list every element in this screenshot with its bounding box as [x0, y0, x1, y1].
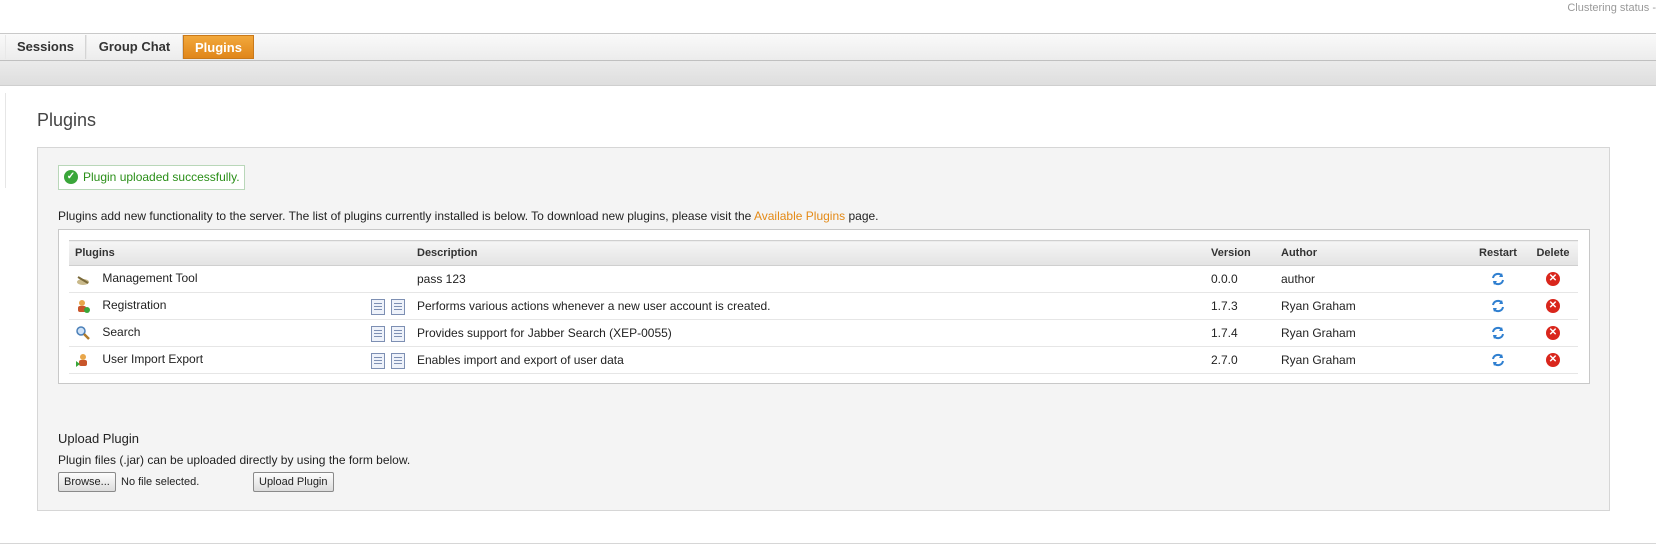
upload-plugin-button[interactable]: Upload Plugin [253, 472, 334, 492]
col-header-delete: Delete [1528, 240, 1578, 266]
restart-icon[interactable] [1490, 298, 1506, 314]
plugin-version: 1.7.4 [1205, 319, 1275, 347]
plugin-name-cell: Registration [69, 292, 411, 320]
plugin-name: Search [102, 325, 141, 340]
user-add-icon [78, 300, 90, 313]
plugin-description: Enables import and export of user data [411, 346, 1205, 374]
upload-plugin-heading: Upload Plugin [58, 431, 139, 446]
success-text: Plugin uploaded successfully. [83, 170, 240, 184]
plugin-description: Provides support for Jabber Search (XEP-… [411, 319, 1205, 347]
browse-button[interactable]: Browse... [58, 472, 116, 492]
restart-icon[interactable] [1490, 271, 1506, 287]
tab-sessions[interactable]: Sessions [5, 35, 86, 59]
col-header-author: Author [1275, 240, 1468, 266]
file-status: No file selected. [121, 476, 200, 488]
clustering-status: Clustering status - [1567, 2, 1656, 14]
table-header-row: Plugins Description Version Author Resta… [69, 240, 1578, 266]
sub-navigation-bar [0, 61, 1656, 86]
table-row: User Import Export Enables import and ex… [69, 346, 1578, 374]
page-title: Plugins [37, 110, 97, 130]
available-plugins-link[interactable]: Available Plugins [754, 209, 845, 223]
delete-icon[interactable]: ✕ [1546, 353, 1560, 368]
intro-suffix: page. [845, 209, 879, 223]
check-circle-icon: ✓ [64, 170, 78, 184]
delete-cell: ✕ [1528, 346, 1578, 374]
plugin-version: 1.7.3 [1205, 292, 1275, 320]
plugin-description: Performs various actions whenever a new … [411, 292, 1205, 320]
main-tab-bar: Sessions Group Chat Plugins [0, 33, 1656, 61]
readme-icon[interactable] [371, 299, 385, 315]
plugin-name: User Import Export [102, 352, 204, 367]
restart-icon[interactable] [1490, 325, 1506, 341]
plugins-table: Plugins Description Version Author Resta… [69, 240, 1578, 374]
magnifier-icon [76, 326, 90, 340]
readme-icon[interactable] [371, 353, 385, 369]
restart-icon[interactable] [1490, 352, 1506, 368]
plugin-author: Ryan Graham [1275, 319, 1468, 347]
changelog-icon[interactable] [391, 353, 405, 369]
delete-icon[interactable]: ✕ [1546, 272, 1560, 287]
restart-cell [1468, 319, 1528, 347]
sidebar-edge [0, 93, 6, 188]
plugin-name-cell: Search [69, 319, 411, 347]
restart-cell [1468, 292, 1528, 320]
user-import-icon [76, 354, 87, 367]
plugin-author: author [1275, 265, 1468, 293]
success-message: ✓ Plugin uploaded successfully. [58, 165, 245, 190]
table-row: Management Tool pass 123 0.0.0 author ✕ [69, 265, 1578, 293]
upload-plugin-description: Plugin files (.jar) can be uploaded dire… [58, 453, 411, 467]
intro-prefix: Plugins add new functionality to the ser… [58, 209, 754, 223]
delete-cell: ✕ [1528, 265, 1578, 293]
plugin-name-cell: Management Tool [69, 265, 411, 293]
intro-text: Plugins add new functionality to the ser… [58, 209, 879, 223]
changelog-icon[interactable] [391, 326, 405, 342]
plugin-author: Ryan Graham [1275, 292, 1468, 320]
col-header-restart: Restart [1468, 240, 1528, 266]
restart-cell [1468, 265, 1528, 293]
delete-cell: ✕ [1528, 319, 1578, 347]
delete-cell: ✕ [1528, 292, 1578, 320]
col-header-version: Version [1205, 240, 1275, 266]
delete-icon[interactable]: ✕ [1546, 299, 1560, 314]
tab-plugins[interactable]: Plugins [183, 35, 254, 59]
plugin-name-cell: User Import Export [69, 346, 411, 374]
table-row: Registration Performs various actions wh… [69, 292, 1578, 320]
plugin-version: 0.0.0 [1205, 265, 1275, 293]
col-header-description: Description [411, 240, 1205, 266]
changelog-icon[interactable] [391, 299, 405, 315]
plugin-version: 2.7.0 [1205, 346, 1275, 374]
readme-icon[interactable] [371, 326, 385, 342]
table-row: Search Provides support for Jabber Searc… [69, 319, 1578, 347]
plugin-name: Registration [102, 298, 167, 313]
plugin-name: Management Tool [102, 271, 198, 286]
plugin-description: pass 123 [411, 265, 1205, 293]
tab-group-chat[interactable]: Group Chat [86, 35, 183, 59]
delete-icon[interactable]: ✕ [1546, 326, 1560, 341]
plugin-author: Ryan Graham [1275, 346, 1468, 374]
col-header-plugins: Plugins [69, 240, 411, 266]
tool-icon [77, 276, 89, 285]
footer-divider [0, 543, 1656, 544]
restart-cell [1468, 346, 1528, 374]
